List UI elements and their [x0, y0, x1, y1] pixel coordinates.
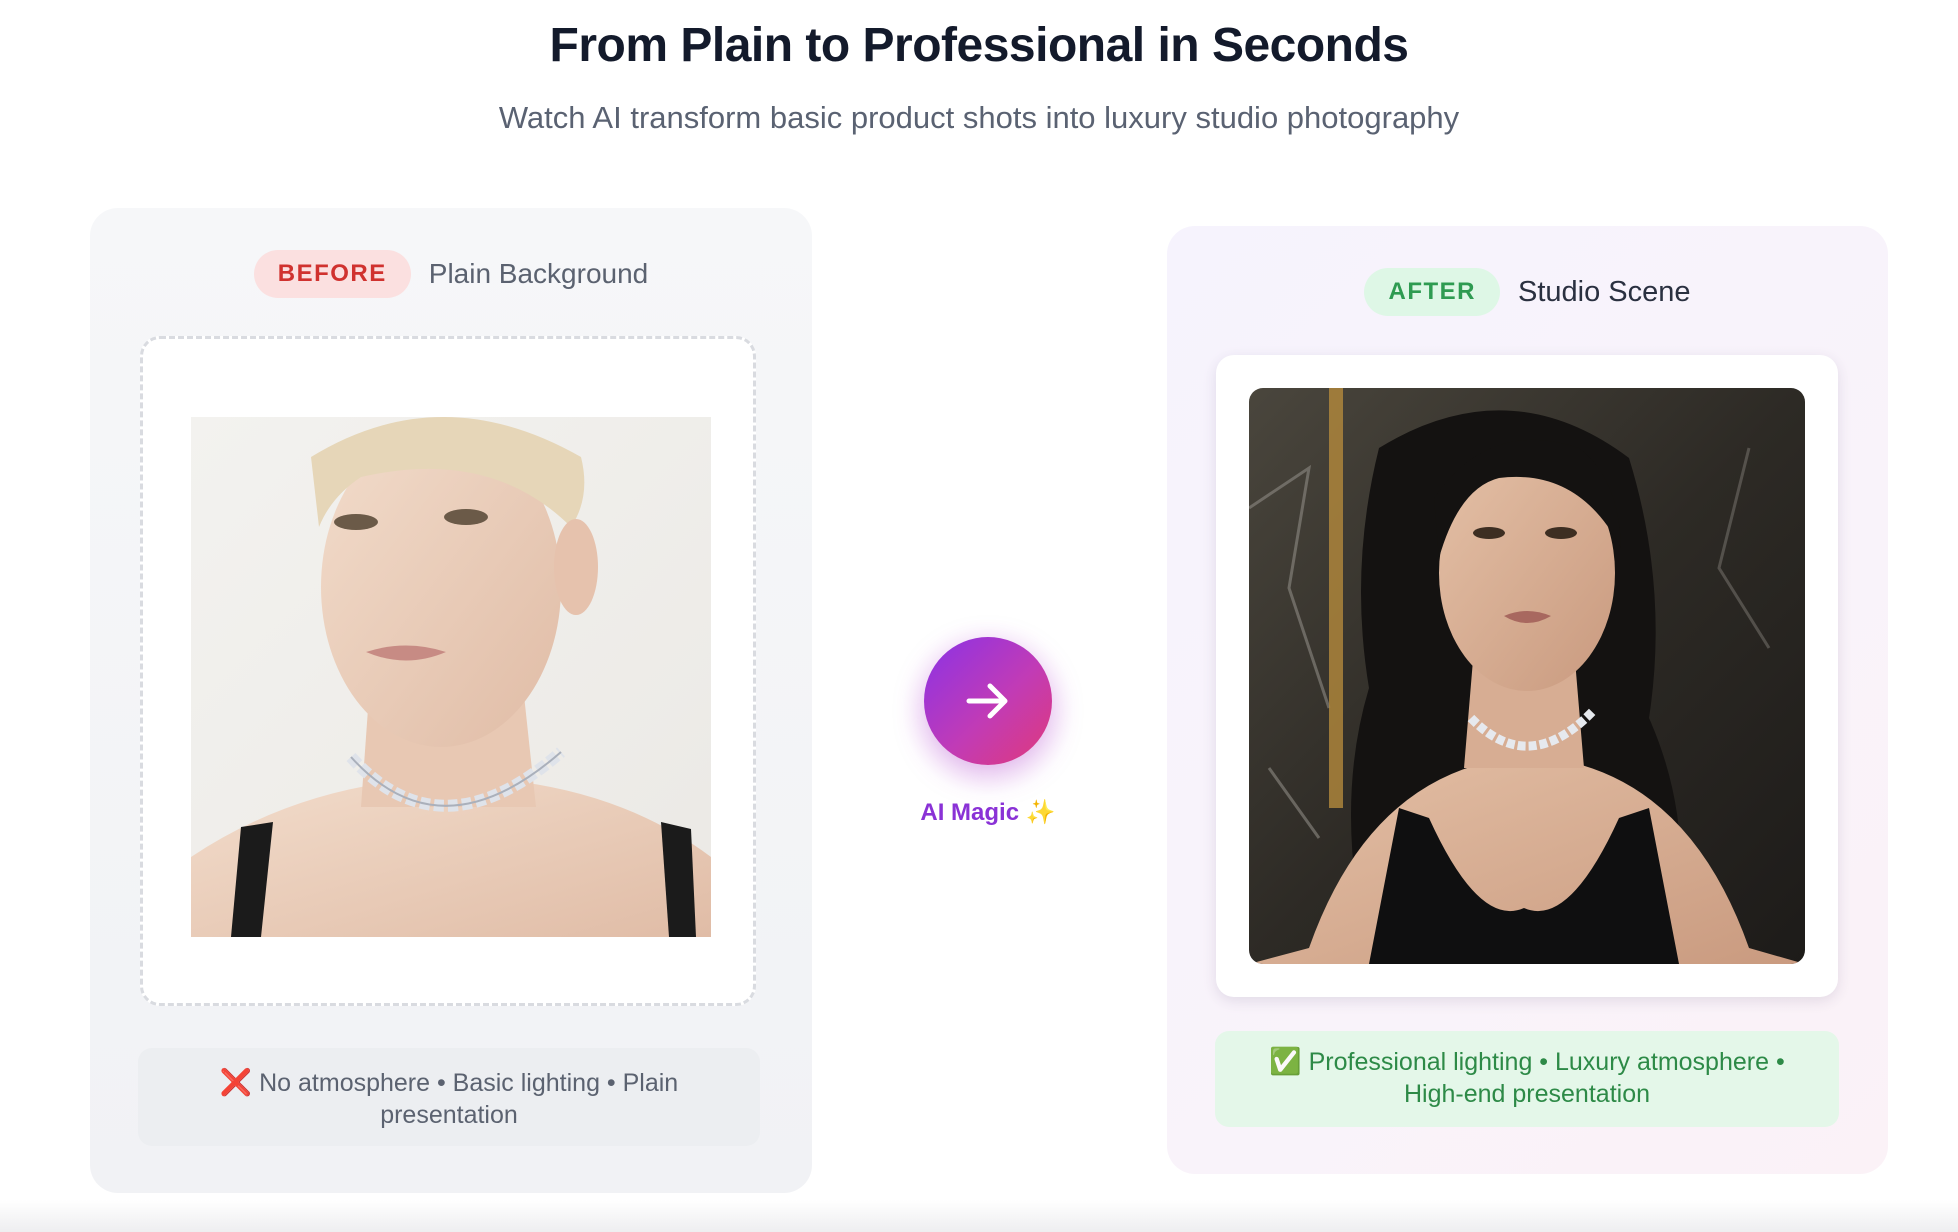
after-label: Studio Scene	[1517, 275, 1691, 308]
bottom-edge-fade	[0, 1200, 1958, 1232]
before-caption-text: No atmosphere • Basic lighting • Plain p…	[259, 1069, 679, 1129]
before-label: Plain Background	[428, 258, 649, 289]
after-image-frame	[1216, 355, 1838, 997]
before-image-frame	[140, 336, 756, 1006]
sparkle-icon: ✨	[1025, 799, 1056, 826]
after-label-row: AFTER Studio Scene	[1167, 268, 1888, 316]
before-model-illustration	[191, 417, 711, 937]
ai-magic-label: AI Magic ✨	[890, 798, 1086, 827]
after-product-photo	[1249, 388, 1805, 964]
before-caption: ❌ No atmosphere • Basic lighting • Plain…	[138, 1048, 760, 1146]
before-label-row: BEFORE Plain Background	[90, 250, 812, 298]
section-subtitle: Watch AI transform basic product shots i…	[498, 100, 1460, 135]
section-title: From Plain to Professional in Seconds	[549, 19, 1410, 72]
before-product-photo	[191, 417, 711, 937]
after-model-illustration	[1249, 388, 1805, 964]
arrow-right-icon	[966, 683, 1008, 719]
after-caption: ✅ Professional lighting • Luxury atmosph…	[1215, 1031, 1839, 1127]
before-card: BEFORE Plain Background ❌ No atmosphere …	[90, 208, 812, 1193]
cross-mark-icon: ❌	[219, 1067, 253, 1097]
after-card: AFTER Studio Scene ✅ Professional lighti…	[1167, 226, 1888, 1174]
check-mark-icon: ✅	[1269, 1046, 1302, 1076]
ai-magic-text: AI Magic	[920, 799, 1020, 826]
after-caption-text: Professional lighting • Luxury atmospher…	[1308, 1048, 1785, 1108]
transform-arrow-button[interactable]	[924, 637, 1052, 765]
after-badge: AFTER	[1364, 268, 1500, 316]
before-badge: BEFORE	[253, 250, 411, 298]
